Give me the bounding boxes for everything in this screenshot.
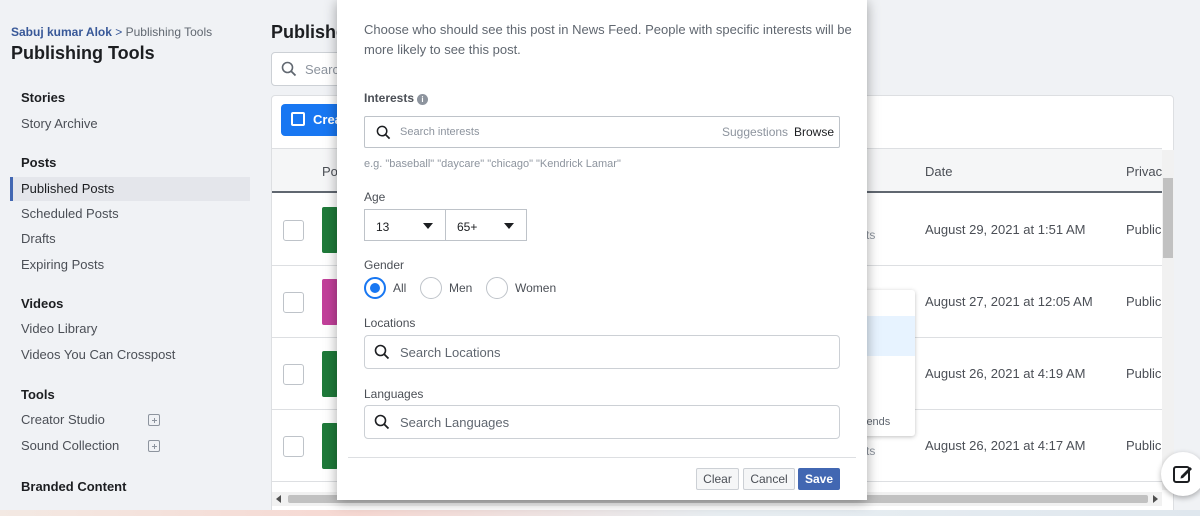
gender-radio-men[interactable]	[420, 277, 442, 299]
post-thumbnail[interactable]	[322, 207, 338, 253]
search-icon	[281, 61, 297, 77]
sidebar-item-drafts[interactable]: Drafts	[10, 227, 250, 251]
sidebar-item-videos-crosspost[interactable]: Videos You Can Crosspost	[10, 343, 250, 367]
dropdown-fragment: iends	[864, 416, 891, 428]
column-header-privacy[interactable]: Privac	[1126, 164, 1162, 179]
search-icon	[376, 125, 391, 140]
external-link-icon	[148, 414, 160, 426]
row-fragment: ts	[866, 228, 876, 242]
scroll-right-icon[interactable]	[1153, 495, 1158, 503]
post-thumbnail[interactable]	[322, 351, 338, 397]
main-title: Publishe	[271, 22, 347, 42]
row-privacy: Public	[1126, 294, 1162, 309]
posts-search-placeholder: Searc	[305, 62, 339, 77]
breadcrumb-page-link[interactable]: Sabuj kumar Alok	[11, 25, 112, 39]
age-max-select[interactable]: 65+	[445, 209, 527, 241]
sidebar-item-scheduled-posts[interactable]: Scheduled Posts	[10, 202, 250, 226]
gender-label-all: All	[393, 281, 407, 295]
sidebar-item-sound-collection[interactable]: Sound Collection	[10, 434, 250, 458]
edit-icon	[291, 112, 305, 126]
age-min-select[interactable]: 13	[364, 209, 446, 241]
section-heading-posts: Posts	[21, 155, 57, 170]
sidebar-item-story-archive[interactable]: Story Archive	[10, 112, 250, 136]
column-header-date[interactable]: Date	[925, 164, 952, 179]
sidebar-item-creator-studio[interactable]: Creator Studio	[10, 408, 250, 432]
compose-icon	[1173, 466, 1192, 483]
section-heading-tools: Tools	[21, 387, 55, 402]
caret-down-icon	[504, 223, 514, 229]
age-label: Age	[364, 190, 386, 204]
taskbar-strip	[0, 510, 1200, 516]
languages-placeholder: Search Languages	[400, 415, 510, 430]
age-max-value: 65+	[457, 220, 478, 234]
section-heading-videos: Videos	[21, 296, 64, 311]
sidebar-item-published-posts[interactable]: Published Posts	[10, 177, 250, 201]
age-min-value: 13	[376, 220, 390, 234]
interests-placeholder: Search interests	[400, 126, 480, 138]
interests-label-text: Interests	[364, 91, 415, 105]
save-button[interactable]: Save	[798, 468, 840, 490]
interests-hint: e.g. "baseball" "daycare" "chicago" "Ken…	[364, 158, 621, 170]
row-privacy: Public	[1126, 222, 1162, 237]
vertical-scrollbar[interactable]	[1162, 150, 1174, 490]
breadcrumb-current: Publishing Tools	[125, 25, 213, 39]
locations-label: Locations	[364, 316, 416, 330]
row-privacy: Public	[1126, 366, 1162, 381]
row-date: August 27, 2021 at 12:05 AM	[925, 294, 1093, 309]
row-checkbox[interactable]	[283, 436, 304, 457]
gender-label-women: Women	[515, 281, 557, 295]
page-title: Publishing Tools	[11, 43, 155, 63]
dropdown-highlight	[860, 316, 915, 356]
sidebar-item-label: Creator Studio	[21, 412, 105, 427]
clear-button[interactable]: Clear	[696, 468, 739, 490]
post-thumbnail[interactable]	[322, 279, 338, 325]
section-heading-branded-content: Branded Content	[21, 479, 127, 494]
locations-placeholder: Search Locations	[400, 345, 501, 360]
sidebar-item-label: Sound Collection	[21, 438, 120, 453]
interests-label: Interests i	[364, 91, 429, 105]
caret-down-icon	[423, 223, 433, 229]
browse-link[interactable]: Browse	[794, 125, 834, 139]
gender-label: Gender	[364, 258, 405, 272]
languages-label: Languages	[364, 387, 424, 401]
row-privacy: Public	[1126, 438, 1162, 453]
column-header-post[interactable]: Po	[322, 164, 338, 179]
row-date: August 29, 2021 at 1:51 AM	[925, 222, 1086, 237]
post-thumbnail[interactable]	[322, 423, 338, 469]
compose-fab-button[interactable]	[1161, 452, 1200, 496]
sidebar: Sabuj kumar Alok > Publishing Tools Publ…	[0, 0, 258, 516]
modal-divider	[348, 457, 856, 458]
cancel-button[interactable]: Cancel	[743, 468, 795, 490]
sidebar-item-video-library[interactable]: Video Library	[10, 317, 250, 341]
languages-search-input[interactable]: Search Languages	[364, 405, 840, 439]
suggestions-link[interactable]: Suggestions	[722, 125, 788, 139]
row-checkbox[interactable]	[283, 364, 304, 385]
gender-radio-women[interactable]	[486, 277, 508, 299]
external-link-icon	[148, 440, 160, 452]
row-date: August 26, 2021 at 4:17 AM	[925, 438, 1086, 453]
section-heading-stories: Stories	[21, 90, 66, 105]
audience-modal: Choose who should see this post in News …	[337, 0, 867, 500]
row-date: August 26, 2021 at 4:19 AM	[925, 366, 1086, 381]
scrollbar-thumb[interactable]	[1163, 178, 1173, 258]
breadcrumb: Sabuj kumar Alok > Publishing Tools	[11, 25, 212, 39]
gender-label-men: Men	[449, 281, 473, 295]
search-icon	[374, 414, 390, 430]
info-icon[interactable]: i	[417, 94, 429, 105]
sidebar-item-expiring-posts[interactable]: Expiring Posts	[10, 253, 250, 277]
row-fragment: ts	[866, 444, 876, 458]
gender-radio-all[interactable]	[364, 277, 386, 299]
search-icon	[374, 344, 390, 360]
row-checkbox[interactable]	[283, 292, 304, 313]
breadcrumb-separator: >	[115, 25, 123, 39]
scroll-left-icon[interactable]	[276, 495, 281, 503]
dropdown-menu: iends	[860, 290, 915, 436]
row-checkbox[interactable]	[283, 220, 304, 241]
locations-search-input[interactable]: Search Locations	[364, 335, 840, 369]
modal-description: Choose who should see this post in News …	[364, 22, 852, 57]
interests-search-input[interactable]: Search interests Suggestions Browse	[364, 116, 840, 148]
